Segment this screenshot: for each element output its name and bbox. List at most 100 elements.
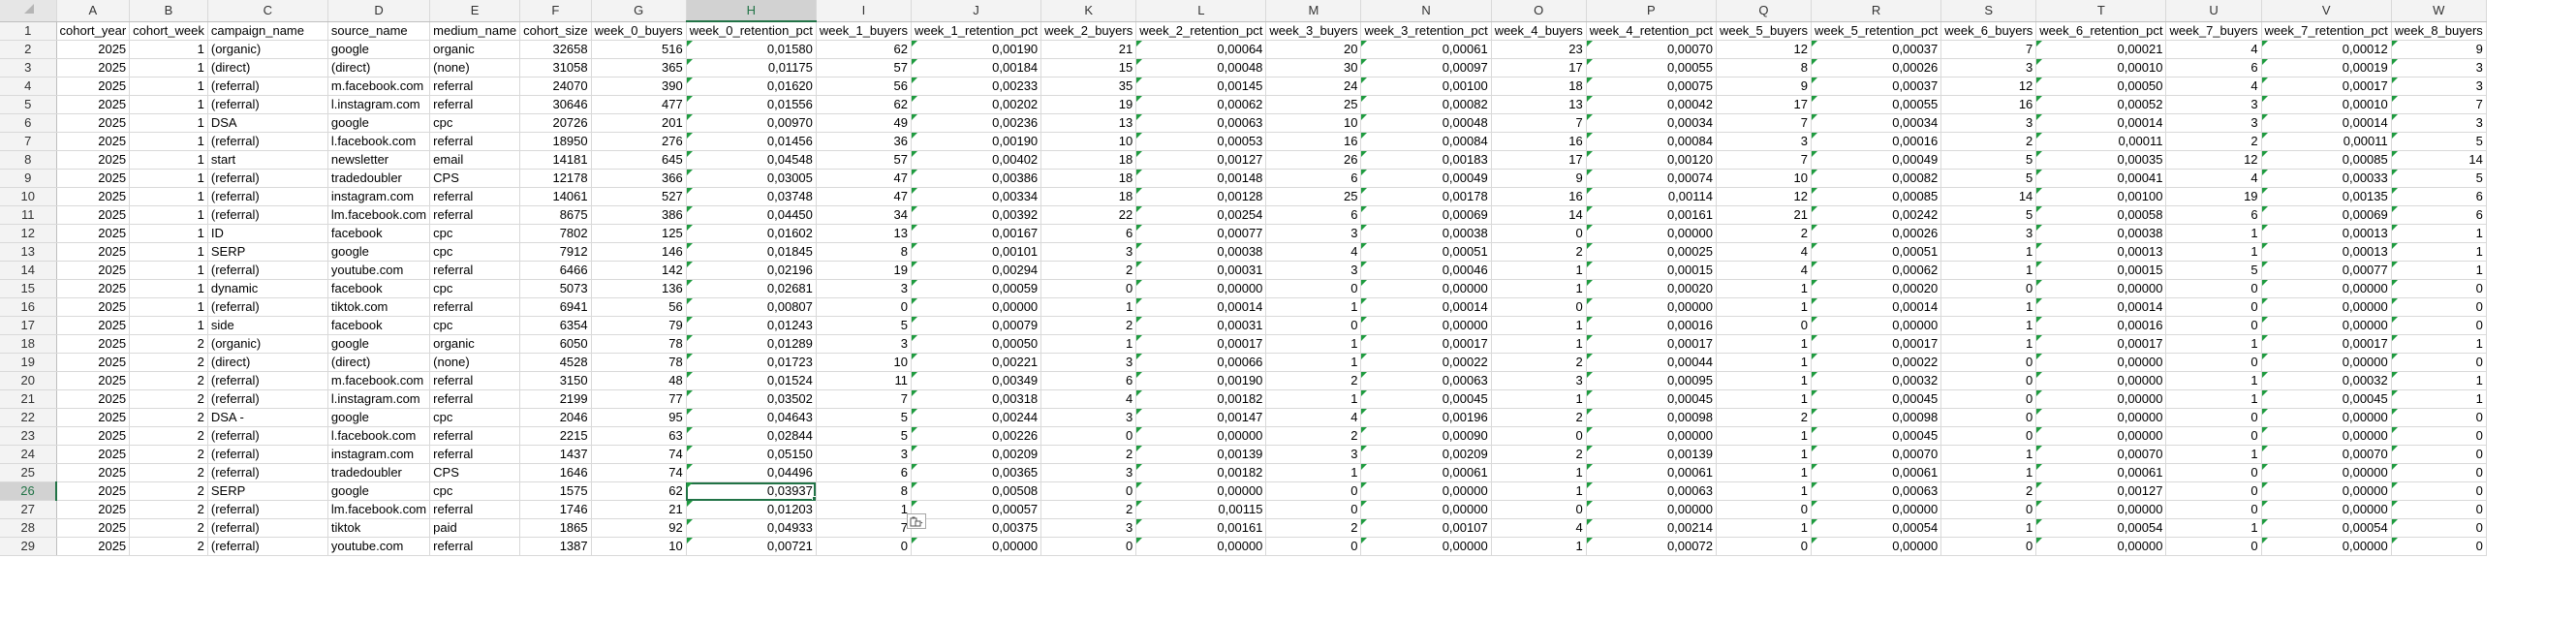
cell-E29[interactable]: referral [429, 537, 521, 556]
cell-B2[interactable]: 1 [129, 40, 208, 59]
cell-L12[interactable]: 0,00077 [1135, 224, 1267, 243]
cell-U28[interactable]: 1 [2165, 518, 2262, 538]
row-number[interactable]: 11 [0, 205, 57, 225]
cell-V3[interactable]: 0,00019 [2261, 58, 2392, 78]
cell-G3[interactable]: 365 [591, 58, 687, 78]
cell-B24[interactable]: 2 [129, 445, 208, 464]
cell-B14[interactable]: 1 [129, 261, 208, 280]
cell-M9[interactable]: 6 [1265, 169, 1362, 188]
cell-R29[interactable]: 0,00000 [1811, 537, 1942, 556]
cell-R21[interactable]: 0,00045 [1811, 389, 1942, 409]
cell-B10[interactable]: 1 [129, 187, 208, 206]
cell-O10[interactable]: 16 [1491, 187, 1587, 206]
cell-I13[interactable]: 8 [816, 242, 912, 262]
column-title-M[interactable]: week_3_buyers [1265, 21, 1362, 41]
column-header-V[interactable]: V [2261, 0, 2392, 22]
cell-F24[interactable]: 1437 [519, 445, 592, 464]
cell-U10[interactable]: 19 [2165, 187, 2262, 206]
cell-C4[interactable]: (referral) [207, 77, 328, 96]
cell-S29[interactable]: 0 [1940, 537, 2037, 556]
cell-E2[interactable]: organic [429, 40, 521, 59]
cell-T7[interactable]: 0,00011 [2035, 132, 2167, 151]
cell-K26[interactable]: 0 [1040, 481, 1137, 501]
cell-L4[interactable]: 0,00145 [1135, 77, 1267, 96]
cell-M29[interactable]: 0 [1265, 537, 1362, 556]
cell-I26[interactable]: 8 [816, 481, 912, 501]
column-header-E[interactable]: E [429, 0, 521, 22]
cell-O29[interactable]: 1 [1491, 537, 1587, 556]
cell-P26[interactable]: 0,00063 [1586, 481, 1717, 501]
cell-K2[interactable]: 21 [1040, 40, 1137, 59]
cell-U15[interactable]: 0 [2165, 279, 2262, 298]
cell-O28[interactable]: 4 [1491, 518, 1587, 538]
cell-M14[interactable]: 3 [1265, 261, 1362, 280]
cell-G28[interactable]: 92 [591, 518, 687, 538]
column-title-S[interactable]: week_6_buyers [1940, 21, 2037, 41]
cell-O5[interactable]: 13 [1491, 95, 1587, 114]
column-title-L[interactable]: week_2_retention_pct [1135, 21, 1267, 41]
cell-S20[interactable]: 0 [1940, 371, 2037, 390]
cell-K25[interactable]: 3 [1040, 463, 1137, 482]
column-header-R[interactable]: R [1811, 0, 1942, 22]
cell-E14[interactable]: referral [429, 261, 521, 280]
cell-S14[interactable]: 1 [1940, 261, 2037, 280]
cell-I4[interactable]: 56 [816, 77, 912, 96]
cell-I20[interactable]: 11 [816, 371, 912, 390]
row-number[interactable]: 7 [0, 132, 57, 151]
cell-F25[interactable]: 1646 [519, 463, 592, 482]
cell-W16[interactable]: 0 [2391, 297, 2487, 317]
cell-V8[interactable]: 0,00085 [2261, 150, 2392, 170]
cell-H14[interactable]: 0,02196 [686, 261, 817, 280]
cell-J4[interactable]: 0,00233 [911, 77, 1042, 96]
cell-D5[interactable]: l.instagram.com [327, 95, 431, 114]
cell-F23[interactable]: 2215 [519, 426, 592, 446]
cell-U8[interactable]: 12 [2165, 150, 2262, 170]
cell-L7[interactable]: 0,00053 [1135, 132, 1267, 151]
cell-E20[interactable]: referral [429, 371, 521, 390]
cell-N22[interactable]: 0,00196 [1360, 408, 1492, 427]
cell-S19[interactable]: 0 [1940, 353, 2037, 372]
cell-I24[interactable]: 3 [816, 445, 912, 464]
cell-J18[interactable]: 0,00050 [911, 334, 1042, 354]
row-number[interactable]: 22 [0, 408, 57, 427]
cell-C27[interactable]: (referral) [207, 500, 328, 519]
cell-U4[interactable]: 4 [2165, 77, 2262, 96]
cell-P6[interactable]: 0,00034 [1586, 113, 1717, 133]
cell-O17[interactable]: 1 [1491, 316, 1587, 335]
cell-C9[interactable]: (referral) [207, 169, 328, 188]
column-header-G[interactable]: G [591, 0, 687, 22]
cell-D16[interactable]: tiktok.com [327, 297, 431, 317]
cell-F18[interactable]: 6050 [519, 334, 592, 354]
cell-B21[interactable]: 2 [129, 389, 208, 409]
cell-B6[interactable]: 1 [129, 113, 208, 133]
cell-H2[interactable]: 0,01580 [686, 40, 817, 59]
cell-T27[interactable]: 0,00000 [2035, 500, 2167, 519]
cell-A25[interactable]: 2025 [56, 463, 131, 482]
cell-H15[interactable]: 0,02681 [686, 279, 817, 298]
cell-E5[interactable]: referral [429, 95, 521, 114]
column-header-I[interactable]: I [816, 0, 912, 22]
cell-K8[interactable]: 18 [1040, 150, 1137, 170]
cell-W13[interactable]: 1 [2391, 242, 2487, 262]
cell-T17[interactable]: 0,00016 [2035, 316, 2167, 335]
cell-K19[interactable]: 3 [1040, 353, 1137, 372]
cell-C25[interactable]: (referral) [207, 463, 328, 482]
cell-S12[interactable]: 3 [1940, 224, 2037, 243]
cell-N2[interactable]: 0,00061 [1360, 40, 1492, 59]
row-number[interactable]: 29 [0, 537, 57, 556]
cell-A14[interactable]: 2025 [56, 261, 131, 280]
cell-L9[interactable]: 0,00148 [1135, 169, 1267, 188]
cell-F2[interactable]: 32658 [519, 40, 592, 59]
cell-N29[interactable]: 0,00000 [1360, 537, 1492, 556]
cell-J2[interactable]: 0,00190 [911, 40, 1042, 59]
cell-O25[interactable]: 1 [1491, 463, 1587, 482]
cell-G6[interactable]: 201 [591, 113, 687, 133]
cell-Q27[interactable]: 0 [1716, 500, 1813, 519]
cell-T3[interactable]: 0,00010 [2035, 58, 2167, 78]
cell-G5[interactable]: 477 [591, 95, 687, 114]
cell-J6[interactable]: 0,00236 [911, 113, 1042, 133]
cell-O4[interactable]: 18 [1491, 77, 1587, 96]
cell-G20[interactable]: 48 [591, 371, 687, 390]
cell-P10[interactable]: 0,00114 [1586, 187, 1717, 206]
cell-U16[interactable]: 0 [2165, 297, 2262, 317]
